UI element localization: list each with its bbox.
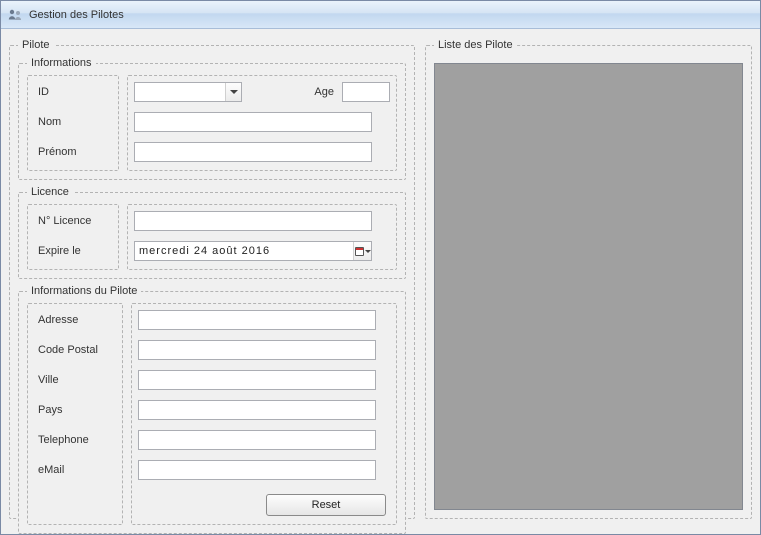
chevron-down-icon bbox=[225, 83, 241, 101]
info-fields-col: Age bbox=[127, 75, 397, 171]
num-licence-label: N° Licence bbox=[32, 211, 114, 231]
reset-button[interactable]: Reset bbox=[266, 494, 386, 516]
app-icon bbox=[7, 7, 23, 23]
licence-legend: Licence bbox=[27, 186, 73, 198]
licence-fields-col: mercredi 24 août 2016 bbox=[127, 204, 397, 270]
cp-input[interactable] bbox=[138, 340, 376, 360]
age-label: Age bbox=[314, 86, 334, 98]
tel-label: Telephone bbox=[32, 430, 118, 450]
prenom-label: Prénom bbox=[32, 142, 114, 162]
email-input[interactable] bbox=[138, 460, 376, 480]
num-licence-input[interactable] bbox=[134, 211, 372, 231]
details-legend: Informations du Pilote bbox=[27, 285, 141, 297]
pilote-group: Pilote Informations ID Nom Prénom bbox=[9, 39, 415, 519]
content-area: Pilote Informations ID Nom Prénom bbox=[1, 29, 760, 534]
calendar-dropdown-icon bbox=[353, 242, 371, 260]
prenom-input[interactable] bbox=[134, 142, 372, 162]
expire-date-value: mercredi 24 août 2016 bbox=[139, 245, 270, 257]
informations-legend: Informations bbox=[27, 57, 96, 69]
cp-label: Code Postal bbox=[32, 340, 118, 360]
list-group: Liste des Pilote bbox=[425, 39, 752, 519]
nom-input[interactable] bbox=[134, 112, 372, 132]
adresse-label: Adresse bbox=[32, 310, 118, 330]
nom-label: Nom bbox=[32, 112, 114, 132]
pays-input[interactable] bbox=[138, 400, 376, 420]
tel-input[interactable] bbox=[138, 430, 376, 450]
pays-label: Pays bbox=[32, 400, 118, 420]
expire-datepicker[interactable]: mercredi 24 août 2016 bbox=[134, 241, 372, 261]
pilots-listview[interactable] bbox=[434, 63, 743, 510]
titlebar: Gestion des Pilotes bbox=[1, 1, 760, 29]
email-label: eMail bbox=[32, 460, 118, 480]
informations-group: Informations ID Nom Prénom bbox=[18, 57, 406, 180]
licence-labels-col: N° Licence Expire le bbox=[27, 204, 119, 270]
pilote-legend: Pilote bbox=[18, 39, 54, 51]
info-labels-col: ID Nom Prénom bbox=[27, 75, 119, 171]
expire-label: Expire le bbox=[32, 241, 114, 261]
window-title: Gestion des Pilotes bbox=[29, 9, 124, 21]
id-label: ID bbox=[32, 82, 114, 102]
details-fields-col: Reset bbox=[131, 303, 397, 525]
id-combobox[interactable] bbox=[134, 82, 242, 102]
reset-button-label: Reset bbox=[312, 499, 341, 511]
adresse-input[interactable] bbox=[138, 310, 376, 330]
age-input[interactable] bbox=[342, 82, 390, 102]
licence-group: Licence N° Licence Expire le mercredi 24… bbox=[18, 186, 406, 279]
details-labels-col: Adresse Code Postal Ville Pays Telephone… bbox=[27, 303, 123, 525]
main-window: Gestion des Pilotes Pilote Informations … bbox=[0, 0, 761, 535]
details-group: Informations du Pilote Adresse Code Post… bbox=[18, 285, 406, 534]
ville-label: Ville bbox=[32, 370, 118, 390]
list-legend: Liste des Pilote bbox=[434, 39, 517, 51]
ville-input[interactable] bbox=[138, 370, 376, 390]
